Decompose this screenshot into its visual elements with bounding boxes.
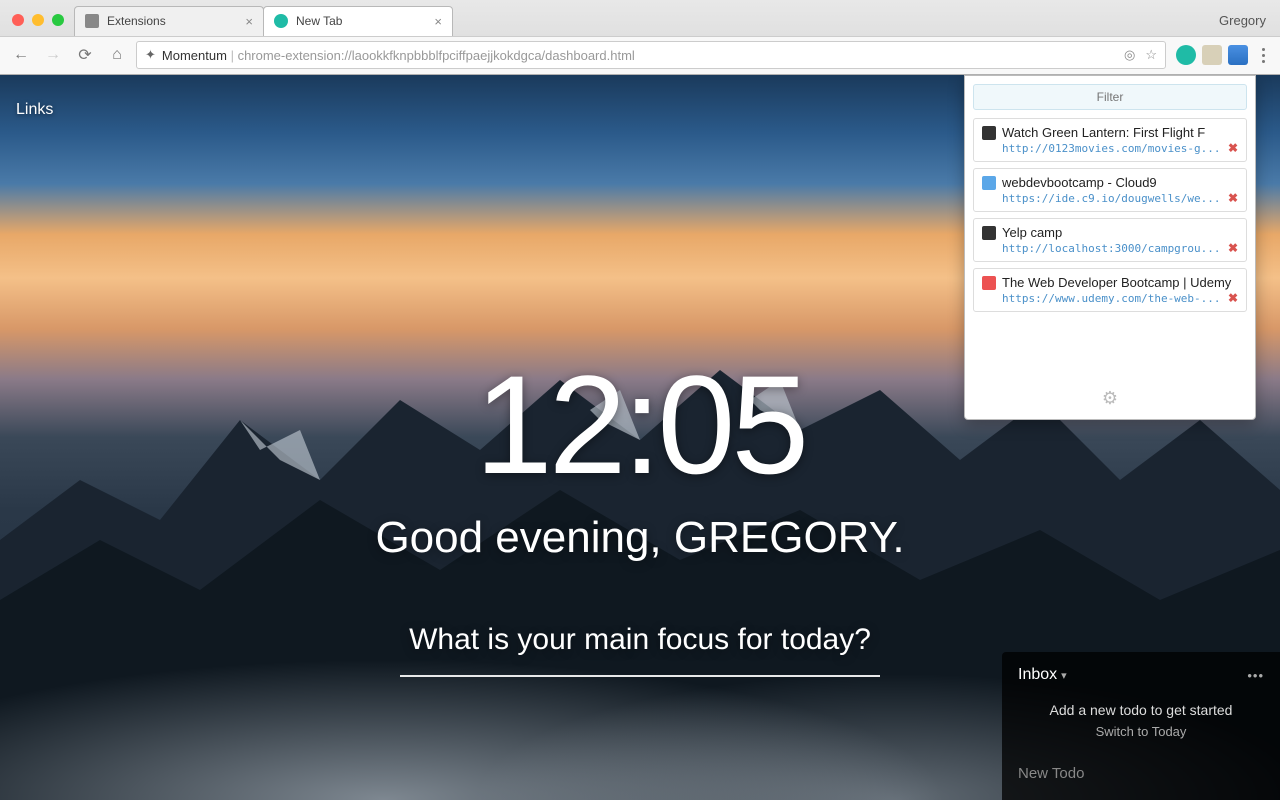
saved-item[interactable]: Watch Green Lantern: First Flight F http… — [973, 118, 1247, 162]
todo-switch-link[interactable]: Switch to Today — [1018, 724, 1264, 739]
address-bar[interactable]: ✦ Momentum | chrome-extension://laookkfk… — [136, 41, 1166, 69]
favicon — [982, 226, 996, 240]
momentum-dashboard: Links 12:05 Good evening, GREGORY. What … — [0, 75, 1280, 800]
browser-chrome: Extensions × New Tab × Gregory ← → ⟳ ⌂ ✦… — [0, 0, 1280, 75]
todo-heading-label: Inbox — [1018, 666, 1057, 684]
address-right-icons: ◎ ☆ — [1124, 47, 1157, 63]
window-minimize-button[interactable] — [32, 14, 44, 26]
saved-item[interactable]: The Web Developer Bootcamp | Udemy https… — [973, 268, 1247, 312]
address-text: Momentum | chrome-extension://laookkfknp… — [162, 48, 1118, 63]
momentum-icon — [274, 14, 288, 28]
extension-icon: ✦ — [145, 47, 156, 63]
forward-button[interactable]: → — [40, 42, 66, 68]
tab-new-tab[interactable]: New Tab × — [263, 6, 453, 36]
saved-title-text: webdevbootcamp - Cloud9 — [1002, 175, 1157, 190]
tab-title: Extensions — [107, 14, 166, 28]
saved-url: https://www.udemy.com/the-web-... — [1002, 292, 1238, 305]
focus-input-underline[interactable] — [400, 675, 880, 677]
todo-heading[interactable]: Inbox ▾ ••• — [1018, 666, 1264, 684]
profile-name[interactable]: Gregory — [1219, 13, 1280, 36]
new-todo-input[interactable]: New Todo — [1018, 765, 1264, 782]
todo-panel: Inbox ▾ ••• Add a new todo to get starte… — [1002, 652, 1280, 800]
saved-title-text: The Web Developer Bootcamp | Udemy — [1002, 275, 1231, 290]
saved-item[interactable]: Yelp camp http://localhost:3000/campgrou… — [973, 218, 1247, 262]
ext-icon-1[interactable] — [1176, 45, 1196, 65]
tab-title: New Tab — [296, 14, 342, 28]
reload-button[interactable]: ⟳ — [72, 42, 98, 68]
tab-extensions[interactable]: Extensions × — [74, 6, 264, 36]
window-close-button[interactable] — [12, 14, 24, 26]
ext-icon-3[interactable] — [1228, 45, 1248, 65]
todo-menu-button[interactable]: ••• — [1247, 668, 1264, 683]
extension-icons — [1172, 45, 1248, 65]
close-icon[interactable]: × — [434, 14, 442, 29]
links-button[interactable]: Links — [16, 101, 53, 119]
favicon — [982, 276, 996, 290]
favicon — [982, 176, 996, 190]
remove-icon[interactable]: ✖ — [1228, 291, 1238, 305]
tabs: Extensions × New Tab × — [74, 6, 1219, 36]
address-url: chrome-extension://laookkfknpbbblfpciffp… — [238, 48, 635, 63]
remove-icon[interactable]: ✖ — [1228, 191, 1238, 205]
saved-title-text: Watch Green Lantern: First Flight F — [1002, 125, 1205, 140]
saved-list: Watch Green Lantern: First Flight F http… — [973, 118, 1247, 312]
window-maximize-button[interactable] — [52, 14, 64, 26]
saved-title-text: Yelp camp — [1002, 225, 1062, 240]
puzzle-icon — [85, 14, 99, 28]
window-controls — [8, 14, 74, 36]
tab-bar: Extensions × New Tab × Gregory — [0, 0, 1280, 36]
filter-input[interactable] — [973, 84, 1247, 110]
todo-empty-text: Add a new todo to get started — [1018, 702, 1264, 718]
remove-icon[interactable]: ✖ — [1228, 241, 1238, 255]
saved-url: http://localhost:3000/campgrou... — [1002, 242, 1238, 255]
back-button[interactable]: ← — [8, 42, 34, 68]
saved-item[interactable]: webdevbootcamp - Cloud9 https://ide.c9.i… — [973, 168, 1247, 212]
remove-icon[interactable]: ✖ — [1228, 141, 1238, 155]
close-icon[interactable]: × — [245, 14, 253, 29]
address-prefix: Momentum — [162, 48, 227, 63]
chevron-down-icon: ▾ — [1061, 669, 1067, 682]
browser-menu-button[interactable] — [1254, 48, 1272, 63]
bookmark-star-icon[interactable]: ☆ — [1145, 47, 1157, 63]
location-icon[interactable]: ◎ — [1124, 47, 1135, 63]
saved-url: https://ide.c9.io/dougwells/we... — [1002, 192, 1238, 205]
saved-links-panel: Watch Green Lantern: First Flight F http… — [964, 75, 1256, 420]
panel-footer: ⚙ — [973, 382, 1247, 411]
ext-icon-2[interactable] — [1202, 45, 1222, 65]
saved-url: http://0123movies.com/movies-g... — [1002, 142, 1238, 155]
toolbar: ← → ⟳ ⌂ ✦ Momentum | chrome-extension://… — [0, 36, 1280, 74]
home-button[interactable]: ⌂ — [104, 42, 130, 68]
gear-icon[interactable]: ⚙ — [1102, 388, 1118, 408]
greeting: Good evening, GREGORY. — [0, 513, 1280, 563]
favicon — [982, 126, 996, 140]
